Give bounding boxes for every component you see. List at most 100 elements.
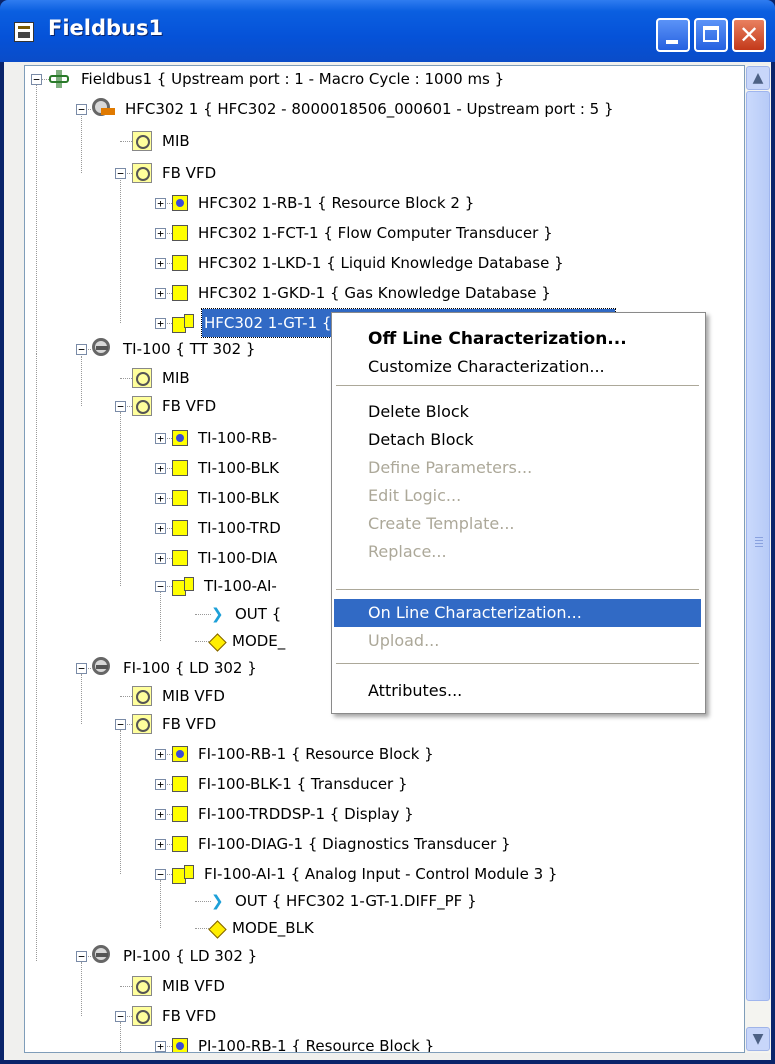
collapse-toggle-icon[interactable]: −: [76, 344, 87, 355]
tree-node-n28[interactable]: ❯ OUT { HFC302 1-GT-1.DIFF_PF }: [25, 887, 725, 915]
menu-item-on-line-characterization[interactable]: On Line Characterization...: [334, 599, 701, 627]
output-arrow-icon: ❯: [211, 892, 224, 910]
tree-node-n26[interactable]: + FI-100-DIAG-1 { Diagnostics Transducer …: [25, 830, 725, 858]
collapse-toggle-icon[interactable]: −: [76, 663, 87, 674]
scroll-thumb[interactable]: [746, 91, 770, 1001]
tree-node-label: OUT {: [235, 605, 282, 623]
tree-node-label: TI-100-AI-: [204, 577, 277, 595]
minimize-button[interactable]: [656, 18, 690, 52]
vertical-scrollbar[interactable]: ▲ ▼: [745, 65, 771, 1053]
transducer-block-icon: [172, 225, 188, 241]
tree-node-label: FI-100-BLK-1 { Transducer }: [198, 775, 408, 793]
tree-node-n23[interactable]: + FI-100-RB-1 { Resource Block }: [25, 740, 725, 768]
tree-node-label: HFC302 1-RB-1 { Resource Block 2 }: [198, 194, 475, 212]
collapse-toggle-icon[interactable]: −: [76, 951, 87, 962]
menu-item-create-template: Create Template...: [368, 514, 515, 533]
collapse-toggle-icon[interactable]: −: [115, 168, 126, 179]
tree-node-n0[interactable]: − Fieldbus1 { Upstream port : 1 - Macro C…: [25, 66, 725, 93]
tree-node-label: TI-100-TRD: [198, 519, 281, 537]
expand-toggle-icon[interactable]: +: [155, 779, 166, 790]
menu-item-attributes[interactable]: Attributes...: [334, 677, 701, 705]
transducer-block-icon: [172, 520, 188, 536]
tree-node-n30[interactable]: − PI-100 { LD 302 }: [25, 942, 725, 970]
close-icon: ✕: [738, 21, 760, 49]
tree-node-n3[interactable]: − FB VFD: [25, 159, 725, 187]
vfd-icon: [132, 368, 152, 388]
collapse-toggle-icon[interactable]: −: [155, 581, 166, 592]
function-block-icon: [172, 577, 194, 596]
tree-node-n24[interactable]: + FI-100-BLK-1 { Transducer }: [25, 770, 725, 798]
expand-toggle-icon[interactable]: +: [155, 1041, 166, 1052]
expand-toggle-icon[interactable]: +: [155, 288, 166, 299]
menu-separator: [336, 663, 699, 664]
menu-item-detach-block[interactable]: Detach Block: [334, 426, 701, 454]
tree-node-label: TI-100-RB-: [198, 429, 278, 447]
tree-node-n25[interactable]: + FI-100-TRDDSP-1 { Display }: [25, 800, 725, 828]
tree-connector-line: [195, 901, 211, 902]
expand-toggle-icon[interactable]: +: [155, 433, 166, 444]
menu-item-edit-logic: Edit Logic...: [368, 486, 462, 505]
tree-node-label: Fieldbus1 { Upstream port : 1 - Macro Cy…: [81, 70, 505, 88]
tree-node-n6[interactable]: + HFC302 1-LKD-1 { Liquid Knowledge Datab…: [25, 249, 725, 277]
collapse-toggle-icon[interactable]: −: [155, 869, 166, 880]
tree-node-n33[interactable]: + PI-100-RB-1 { Resource Block }: [25, 1032, 725, 1052]
tree-node-n22[interactable]: − FB VFD: [25, 710, 725, 738]
vfd-icon: [132, 686, 152, 706]
fieldbus-window: Fieldbus1 ✕ − Fieldbus1 { Upstream port :…: [0, 0, 775, 1064]
expand-toggle-icon[interactable]: +: [155, 839, 166, 850]
tree-node-n5[interactable]: + HFC302 1-FCT-1 { Flow Computer Transduc…: [25, 219, 725, 247]
vfd-icon: [132, 396, 152, 416]
expand-toggle-icon[interactable]: +: [155, 318, 166, 329]
tree-node-label: FI-100-AI-1 { Analog Input - Control Mod…: [204, 865, 558, 883]
menu-item-delete-block[interactable]: Delete Block: [334, 398, 701, 426]
scroll-up-button[interactable]: ▲: [746, 66, 770, 90]
tree-node-label: FB VFD: [162, 397, 217, 415]
tree-node-label: PI-100 { LD 302 }: [123, 947, 258, 965]
expand-toggle-icon[interactable]: +: [155, 809, 166, 820]
title-bar[interactable]: Fieldbus1 ✕: [0, 0, 775, 62]
expand-toggle-icon[interactable]: +: [155, 553, 166, 564]
menu-item-upload: Upload...: [368, 631, 440, 650]
tree-node-n1[interactable]: − HFC302 1 { HFC302 - 8000018506_000601 -…: [25, 95, 725, 123]
close-button[interactable]: ✕: [732, 18, 766, 52]
tree-node-label: MODE_: [232, 632, 286, 650]
collapse-toggle-icon[interactable]: −: [31, 74, 42, 85]
collapse-toggle-icon[interactable]: −: [115, 719, 126, 730]
maximize-button[interactable]: [694, 18, 728, 52]
transducer-block-icon: [172, 550, 188, 566]
hfc-device-icon: [91, 98, 115, 120]
resource-block-icon: [172, 430, 188, 446]
tree-node-label: FB VFD: [162, 164, 217, 182]
expand-toggle-icon[interactable]: +: [155, 198, 166, 209]
collapse-toggle-icon[interactable]: −: [115, 1011, 126, 1022]
function-block-icon: [172, 865, 194, 884]
expand-toggle-icon[interactable]: +: [155, 493, 166, 504]
transducer-block-icon: [172, 836, 188, 852]
menu-separator: [336, 385, 699, 386]
expand-toggle-icon[interactable]: +: [155, 228, 166, 239]
tree-node-n4[interactable]: + HFC302 1-RB-1 { Resource Block 2 }: [25, 189, 725, 217]
scroll-down-button[interactable]: ▼: [746, 1027, 770, 1051]
vfd-icon: [132, 714, 152, 734]
expand-toggle-icon[interactable]: +: [155, 258, 166, 269]
expand-toggle-icon[interactable]: +: [155, 463, 166, 474]
device-icon: [91, 338, 113, 360]
tree-node-n7[interactable]: + HFC302 1-GKD-1 { Gas Knowledge Database…: [25, 279, 725, 307]
menu-item-customize-characterization[interactable]: Customize Characterization...: [334, 353, 701, 381]
tree-node-n31[interactable]: MIB VFD: [25, 972, 725, 1000]
tree-node-n2[interactable]: MIB: [25, 127, 725, 155]
tree-node-label: TI-100-BLK: [198, 489, 279, 507]
menu-item-off-line-characterization[interactable]: Off Line Characterization...: [334, 325, 701, 353]
tree-node-label: FI-100-TRDDSP-1 { Display }: [198, 805, 414, 823]
menu-item-define-parameters: Define Parameters...: [368, 458, 533, 477]
collapse-toggle-icon[interactable]: −: [115, 401, 126, 412]
collapse-toggle-icon[interactable]: −: [76, 104, 87, 115]
tree-node-label: HFC302 1-GKD-1 { Gas Knowledge Database …: [198, 284, 551, 302]
expand-toggle-icon[interactable]: +: [155, 523, 166, 534]
tree-node-label: MODE_BLK: [232, 919, 314, 937]
scroll-grip-icon: [755, 537, 763, 538]
tree-node-n32[interactable]: − FB VFD: [25, 1002, 725, 1030]
tree-node-n29[interactable]: MODE_BLK: [25, 914, 725, 942]
expand-toggle-icon[interactable]: +: [155, 749, 166, 760]
tree-node-n27[interactable]: − FI-100-AI-1 { Analog Input - Control Mo…: [25, 860, 725, 888]
